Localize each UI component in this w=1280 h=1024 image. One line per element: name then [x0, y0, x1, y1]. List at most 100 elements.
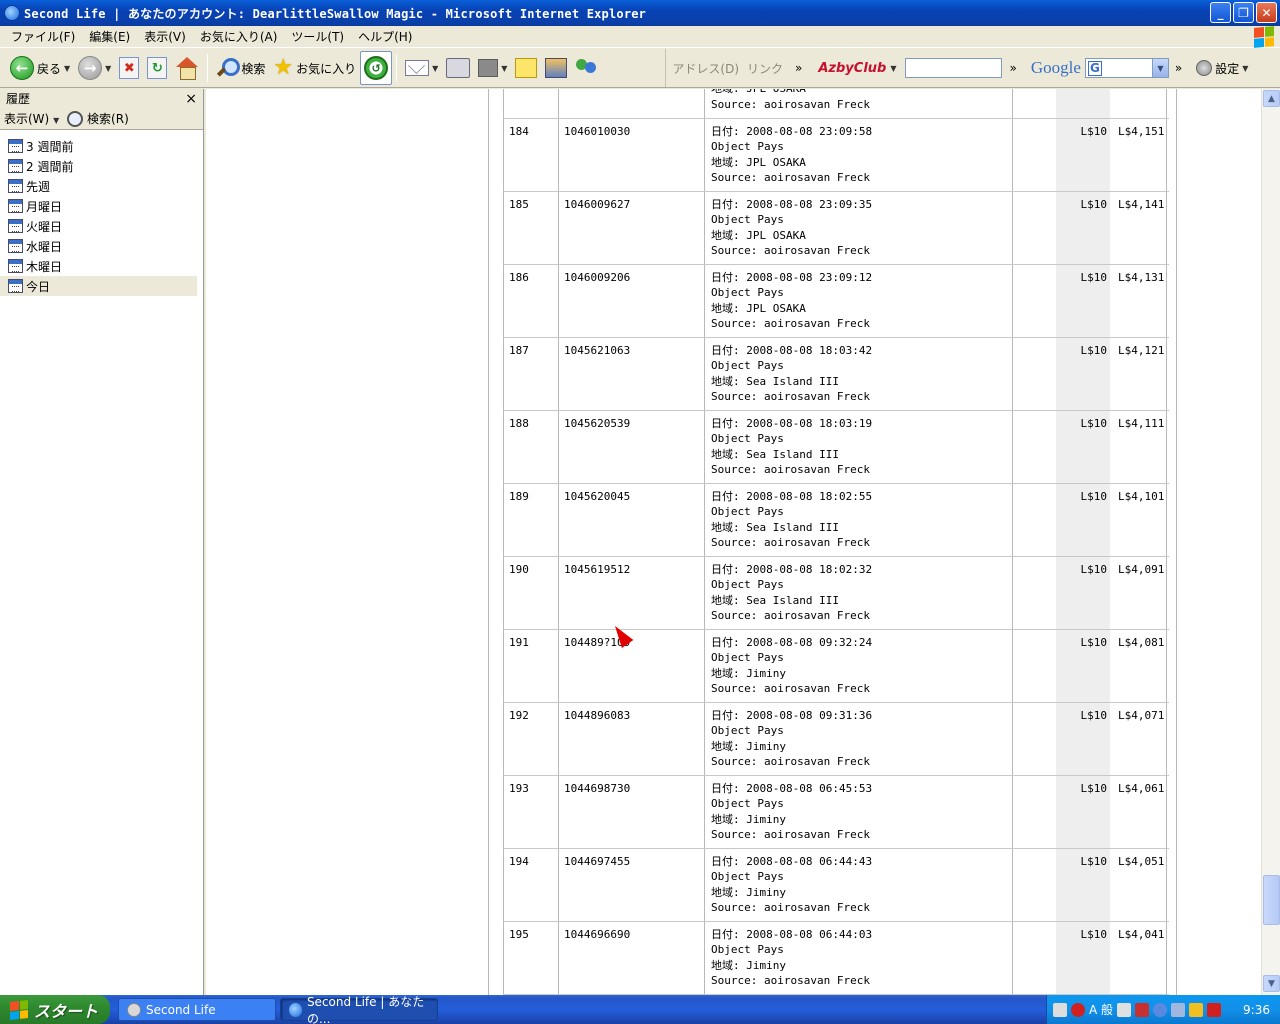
transaction-amount: L$10 — [1080, 927, 1108, 941]
transaction-type: Object Pays — [711, 578, 784, 591]
transaction-id: 1045621063 — [558, 337, 705, 411]
sidebar-view-button[interactable]: 表示(W) ▼ — [4, 110, 59, 127]
transaction-type: Object Pays — [711, 651, 784, 664]
antivirus-icon[interactable] — [1207, 1002, 1222, 1017]
ime-icon[interactable] — [1071, 1002, 1085, 1017]
history-item-selected[interactable]: 今日 — [0, 276, 197, 296]
ime-mode[interactable]: A 般 — [1089, 1001, 1113, 1018]
close-button[interactable]: ✕ — [1256, 2, 1277, 23]
forward-button[interactable]: → ▼ — [74, 51, 115, 85]
transaction-date: 日付: 2008-08-08 09:31:36 — [711, 708, 873, 722]
transaction-region: 地域: Sea Island III — [711, 447, 839, 461]
transaction-number — [503, 89, 558, 119]
task-internet-explorer[interactable]: Second Life | あなたの... — [280, 995, 438, 1024]
address-label[interactable]: アドレス(D) — [672, 60, 739, 77]
transaction-amount: L$10 — [1080, 270, 1108, 284]
transaction-empty-cell — [1013, 89, 1056, 119]
scroll-up-button[interactable]: ▲ — [1263, 90, 1280, 107]
menu-view[interactable]: 表示(V) — [137, 28, 193, 45]
print-button[interactable] — [442, 51, 474, 85]
security-alert-icon[interactable] — [1189, 1002, 1204, 1017]
history-item[interactable]: 火曜日 — [0, 216, 203, 236]
address-links-area: アドレス(D) リンク » — [665, 49, 802, 87]
minimize-button[interactable]: _ — [1210, 2, 1231, 23]
history-item[interactable]: 月曜日 — [0, 196, 203, 216]
maximize-button[interactable]: ❐ — [1233, 2, 1254, 23]
azby-label[interactable]: AzbyClub — [818, 61, 886, 76]
history-item[interactable]: 2 週間前 — [0, 156, 203, 176]
history-item-label: 今日 — [26, 279, 51, 294]
history-item-label: 2 週間前 — [26, 159, 74, 174]
messenger-button[interactable] — [571, 51, 603, 85]
transaction-id: 1046010030 — [558, 118, 705, 192]
history-item[interactable]: 3 週間前 — [0, 136, 203, 156]
tray-app-icon[interactable] — [1135, 1002, 1150, 1017]
favorites-button[interactable]: ★ お気に入り — [269, 51, 360, 85]
chevron-icon[interactable]: » — [795, 61, 802, 75]
azby-dropdown-icon[interactable]: ▼ — [890, 64, 896, 73]
google-search-select[interactable]: G ▼ — [1084, 58, 1169, 78]
history-item[interactable]: 先週 — [0, 176, 203, 196]
links-label[interactable]: リンク — [747, 60, 783, 77]
refresh-button[interactable]: ↻ — [143, 51, 171, 85]
forward-dropdown-icon[interactable]: ▼ — [105, 64, 111, 73]
vertical-scrollbar[interactable]: ▲ ▼ — [1261, 89, 1280, 995]
chevron-icon[interactable]: » — [1175, 61, 1182, 75]
home-button[interactable] — [171, 51, 203, 85]
transaction-amount: L$10 — [1056, 702, 1112, 776]
search-button[interactable]: 検索 — [212, 51, 269, 85]
history-item[interactable]: 木曜日 — [0, 256, 203, 276]
menu-file[interactable]: ファイル(F) — [4, 28, 82, 45]
menu-favorites[interactable]: お気に入り(A) — [193, 28, 285, 45]
sidebar-search-button[interactable]: 検索(R) — [67, 110, 129, 128]
media-button[interactable] — [541, 51, 571, 85]
edit-button[interactable]: ▼ — [474, 51, 511, 85]
note-button[interactable] — [511, 51, 541, 85]
sidebar-header: 履歴 × — [0, 89, 203, 108]
toolbar: ← 戻る ▼ → ▼ ✖ ↻ 検索 ★ お気に入り ↺ ▼ ▼ アドレス(D) … — [0, 49, 1280, 88]
transaction-details: 日付: 2008-08-08 18:03:42 Object Pays 地域: Se… — [705, 337, 1013, 411]
mail-dropdown-icon[interactable]: ▼ — [432, 64, 438, 73]
start-button[interactable]: スタート — [0, 995, 110, 1024]
ime-tool-icon[interactable] — [1117, 1002, 1132, 1017]
chevron-down-icon[interactable]: ▼ — [1151, 59, 1168, 77]
stop-icon: ✖ — [119, 57, 140, 79]
clock: 9:36 — [1243, 1002, 1270, 1017]
tray-expand-icon[interactable] — [1153, 1002, 1168, 1017]
sidebar-close-button[interactable]: × — [185, 91, 197, 107]
transaction-type: Object Pays — [711, 359, 784, 372]
scroll-thumb[interactable] — [1263, 875, 1280, 925]
network-icon[interactable] — [1171, 1002, 1186, 1017]
transactions-table: 地域: JPL OSAKASource: aoirosavan Freck184… — [503, 89, 1170, 995]
transaction-source: Source: aoirosavan Freck — [711, 974, 870, 987]
transaction-balance — [1112, 89, 1170, 119]
history-item[interactable]: 水曜日 — [0, 236, 203, 256]
back-button[interactable]: ← 戻る ▼ — [6, 51, 74, 85]
mail-button[interactable]: ▼ — [401, 51, 442, 85]
transaction-region: 地域: Jiminy — [711, 739, 786, 753]
menu-tools[interactable]: ツール(T) — [284, 28, 351, 45]
scroll-down-button[interactable]: ▼ — [1263, 975, 1280, 992]
transaction-type: Object Pays — [711, 505, 784, 518]
transaction-amount: L$10 — [1056, 410, 1112, 484]
menu-help[interactable]: ヘルプ(H) — [351, 28, 419, 45]
history-item-label: 3 週間前 — [26, 139, 74, 154]
menu-edit[interactable]: 編集(E) — [82, 28, 137, 45]
transaction-region: 地域: JPL OSAKA — [711, 228, 806, 242]
azby-search-input[interactable] — [904, 58, 1002, 78]
settings-button[interactable]: 設定 ▼ — [1192, 51, 1252, 85]
window-title: Second Life | あなたのアカウント: DearlittleSwall… — [24, 6, 647, 21]
transaction-number: 189 — [503, 483, 558, 557]
transaction-amount: L$10 — [1080, 708, 1108, 722]
edit-dropdown-icon[interactable]: ▼ — [501, 64, 507, 73]
transaction-region: 地域: JPL OSAKA — [711, 155, 806, 169]
history-button[interactable]: ↺ — [360, 51, 393, 85]
back-label: 戻る — [37, 61, 62, 76]
stop-button[interactable]: ✖ — [115, 51, 143, 85]
transaction-date: 日付: 2008-08-08 06:44:43 — [711, 854, 873, 868]
task-second-life[interactable]: Second Life — [118, 998, 276, 1021]
back-dropdown-icon[interactable]: ▼ — [64, 64, 70, 73]
chevron-icon[interactable]: » — [1010, 61, 1017, 75]
keyboard-icon[interactable] — [1053, 1002, 1067, 1017]
sidebar-toolbar: 表示(W) ▼ 検索(R) — [0, 108, 203, 130]
